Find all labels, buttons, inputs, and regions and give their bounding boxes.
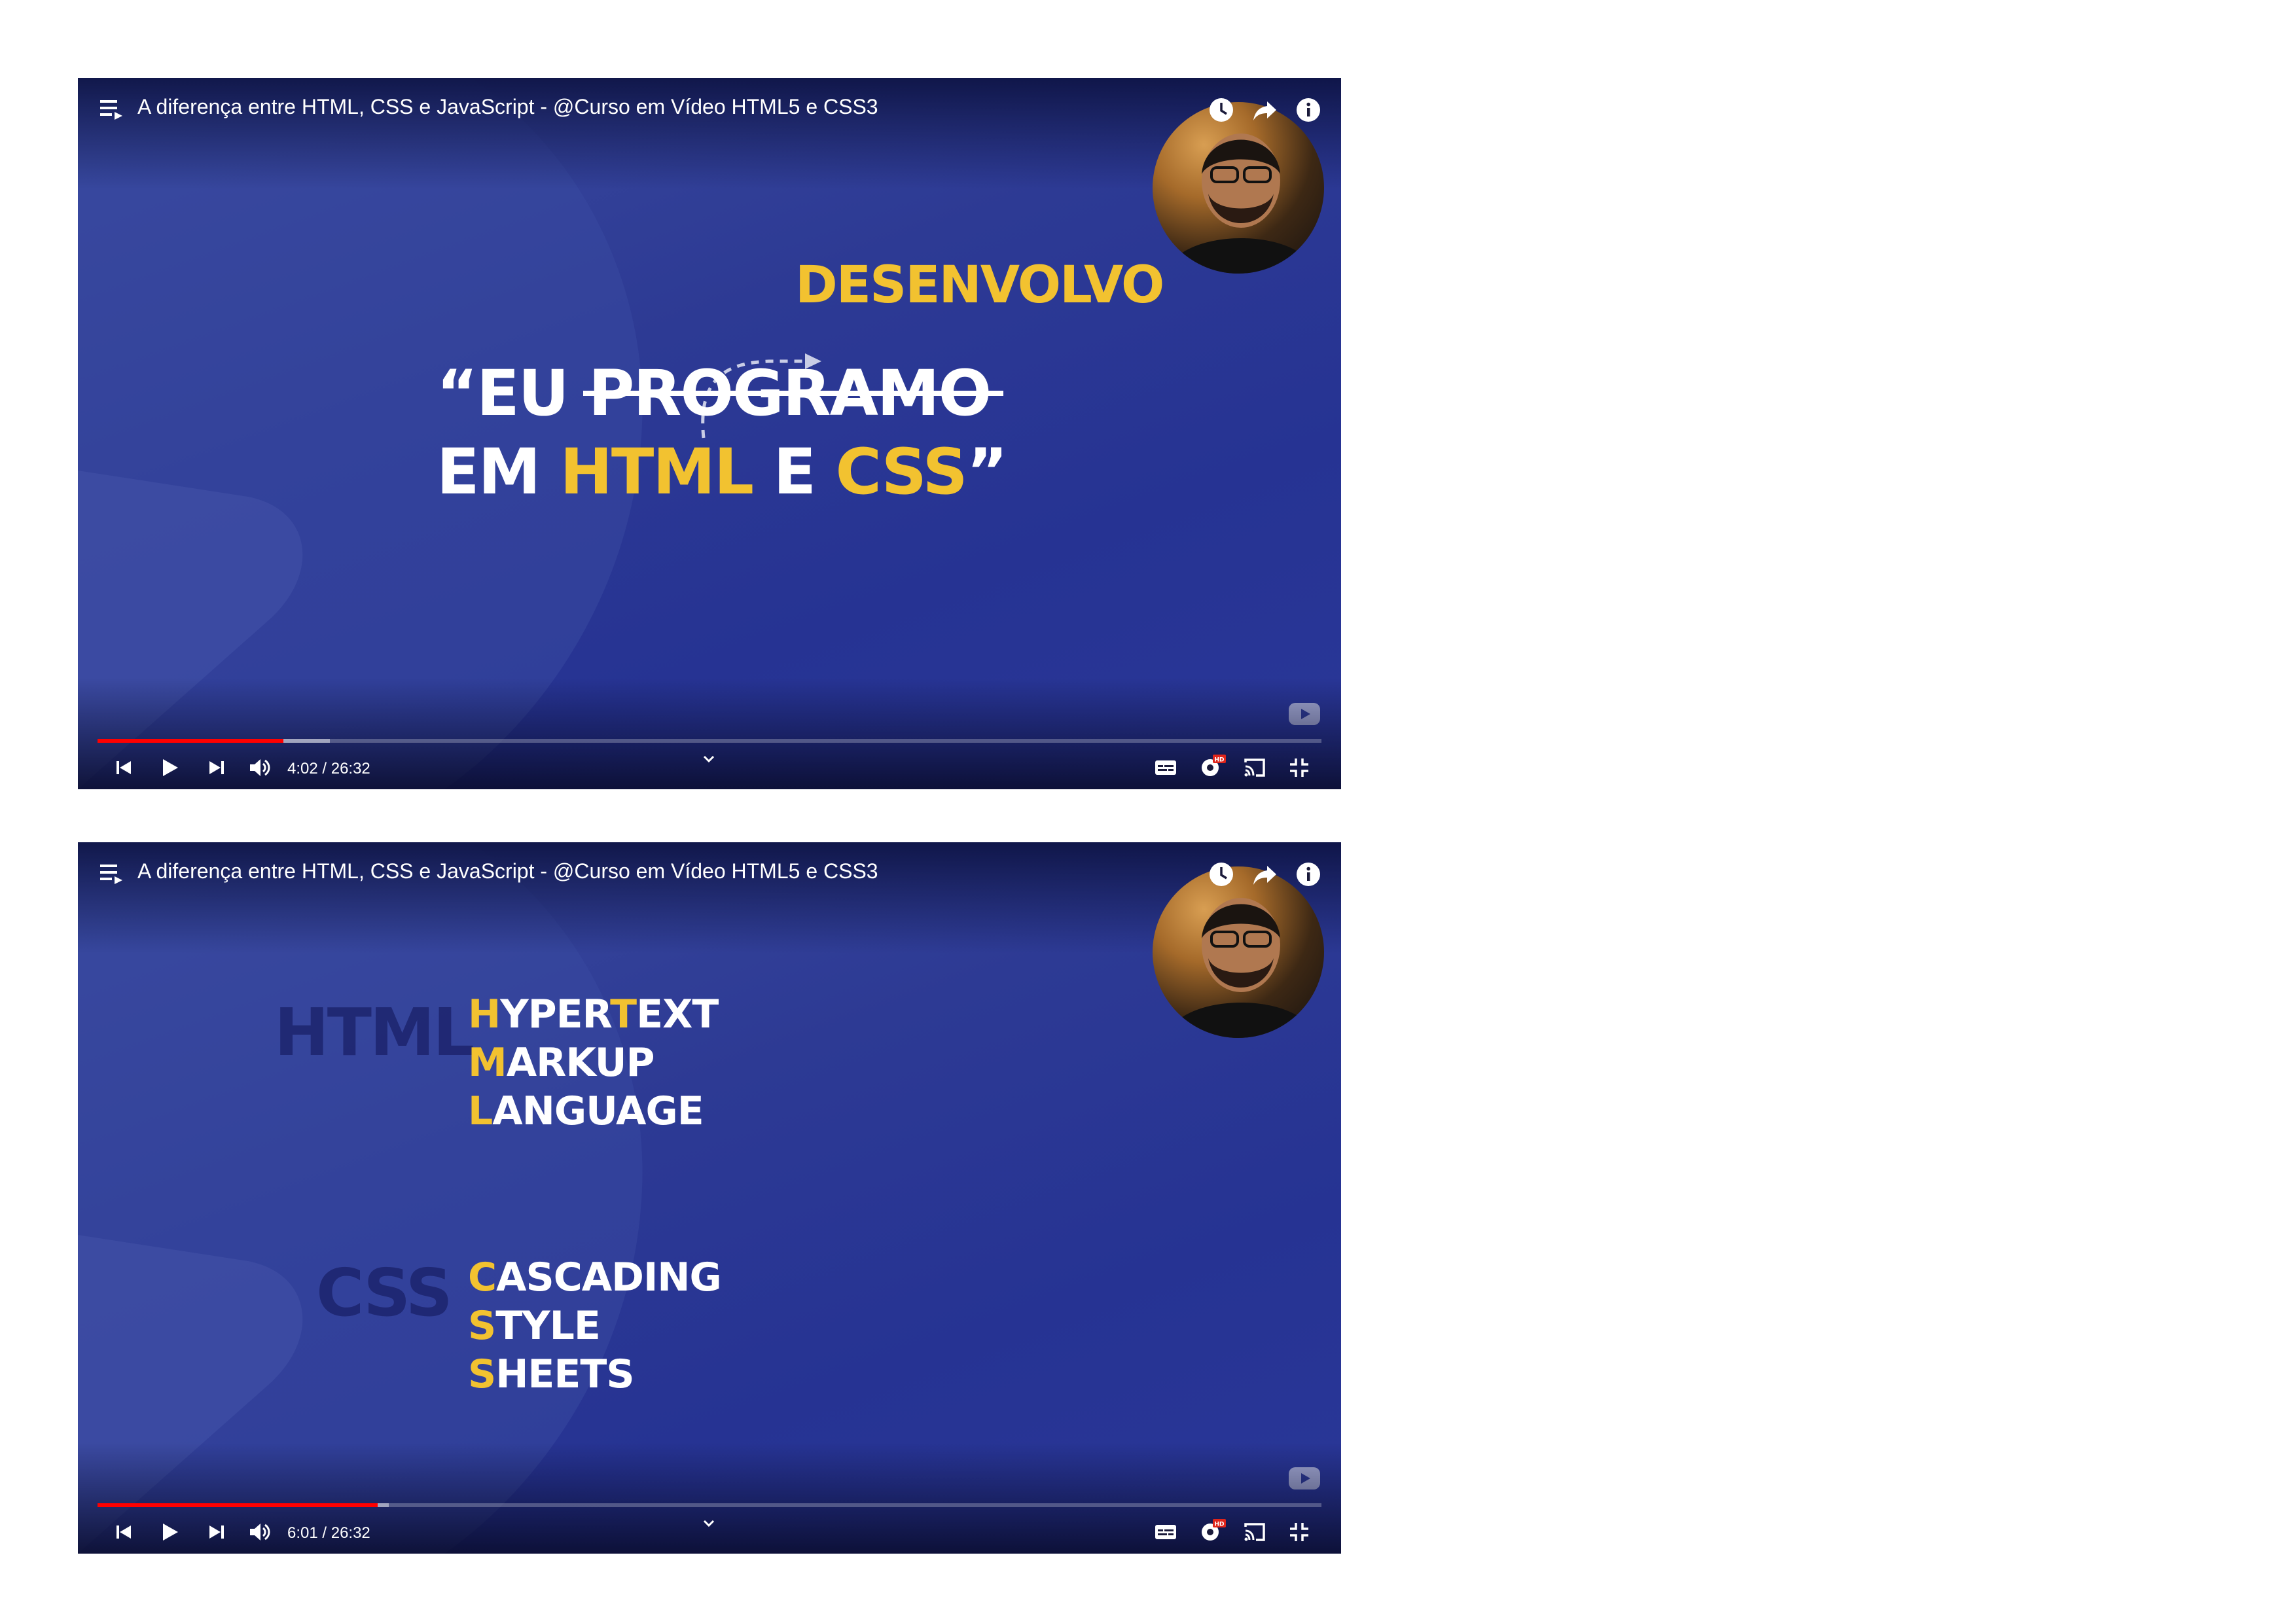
quote-eu: “EU: [437, 357, 589, 430]
playlist-icon[interactable]: [99, 862, 125, 885]
volume-icon[interactable]: [247, 755, 273, 781]
skip-next-icon[interactable]: [204, 755, 230, 781]
settings-hd-icon[interactable]: HD: [1197, 1516, 1227, 1545]
video-title[interactable]: A diferença entre HTML, CSS e JavaScript…: [137, 859, 878, 883]
cast-icon[interactable]: [1242, 755, 1268, 781]
skip-next-icon[interactable]: [204, 1519, 230, 1545]
acronym-word: CASCADING: [468, 1255, 722, 1300]
volume-icon[interactable]: [247, 1519, 273, 1545]
progress-bar[interactable]: [98, 739, 1321, 743]
chevron-down-icon[interactable]: [699, 749, 719, 769]
html-acronym: HYPERTEXT MARKUP LANGUAGE: [468, 990, 719, 1135]
share-icon[interactable]: [1251, 861, 1279, 888]
playlist-icon[interactable]: [99, 98, 125, 121]
skip-previous-icon[interactable]: [111, 755, 137, 781]
share-icon[interactable]: [1251, 96, 1279, 124]
progress-played: [98, 739, 284, 743]
clock-icon[interactable]: [1208, 861, 1235, 888]
play-icon[interactable]: [156, 755, 183, 781]
acronym-word: HYPERTEXT: [468, 991, 719, 1037]
info-icon[interactable]: [1295, 96, 1322, 124]
acronym-word: MARKUP: [468, 1040, 655, 1086]
video-player-2[interactable]: A diferença entre HTML, CSS e JavaScript…: [78, 842, 1341, 1554]
css-acronym: CASCADING STYLE SHEETS: [468, 1253, 722, 1399]
acronym-word: LANGUAGE: [468, 1088, 704, 1134]
acronym-word: STYLE: [468, 1303, 601, 1349]
exit-fullscreen-icon[interactable]: [1286, 755, 1312, 781]
chevron-down-icon[interactable]: [699, 1514, 719, 1533]
video-player-1[interactable]: A diferença entre HTML, CSS e JavaScript…: [78, 78, 1341, 789]
word-html: HTML: [560, 435, 755, 508]
clock-icon[interactable]: [1208, 96, 1235, 124]
slide-line-2: EM HTML E CSS”: [437, 435, 1008, 508]
hd-badge: HD: [1214, 757, 1224, 764]
time-display: 4:02 / 26:32: [287, 760, 370, 777]
word-e: E: [753, 435, 836, 508]
replacement-word: DESENVOLVO: [795, 256, 1164, 315]
subtitles-icon[interactable]: [1153, 1519, 1179, 1545]
play-icon[interactable]: [156, 1519, 183, 1545]
html-label: HTML: [274, 994, 475, 1071]
css-label: CSS: [316, 1255, 453, 1331]
skip-previous-icon[interactable]: [111, 1519, 137, 1545]
hd-badge: HD: [1214, 1522, 1224, 1528]
progress-bar[interactable]: [98, 1503, 1321, 1507]
progress-played: [98, 1503, 378, 1507]
video-title[interactable]: A diferença entre HTML, CSS e JavaScript…: [137, 95, 878, 119]
acronym-word: SHEETS: [468, 1351, 635, 1397]
settings-hd-icon[interactable]: HD: [1197, 752, 1227, 781]
presenter-avatar: [1153, 866, 1324, 1038]
cast-icon[interactable]: [1242, 1519, 1268, 1545]
word-css: CSS: [835, 435, 967, 508]
slide-line-1: “EU PROGRAMO: [437, 357, 1004, 430]
presenter-avatar: [1153, 102, 1324, 274]
info-icon[interactable]: [1295, 861, 1322, 888]
word-em: EM: [437, 435, 560, 508]
time-display: 6:01 / 26:32: [287, 1524, 370, 1542]
struck-word: PROGRAMO: [583, 357, 1004, 430]
closing-quote: ”: [966, 435, 1008, 508]
exit-fullscreen-icon[interactable]: [1286, 1519, 1312, 1545]
subtitles-icon[interactable]: [1153, 755, 1179, 781]
